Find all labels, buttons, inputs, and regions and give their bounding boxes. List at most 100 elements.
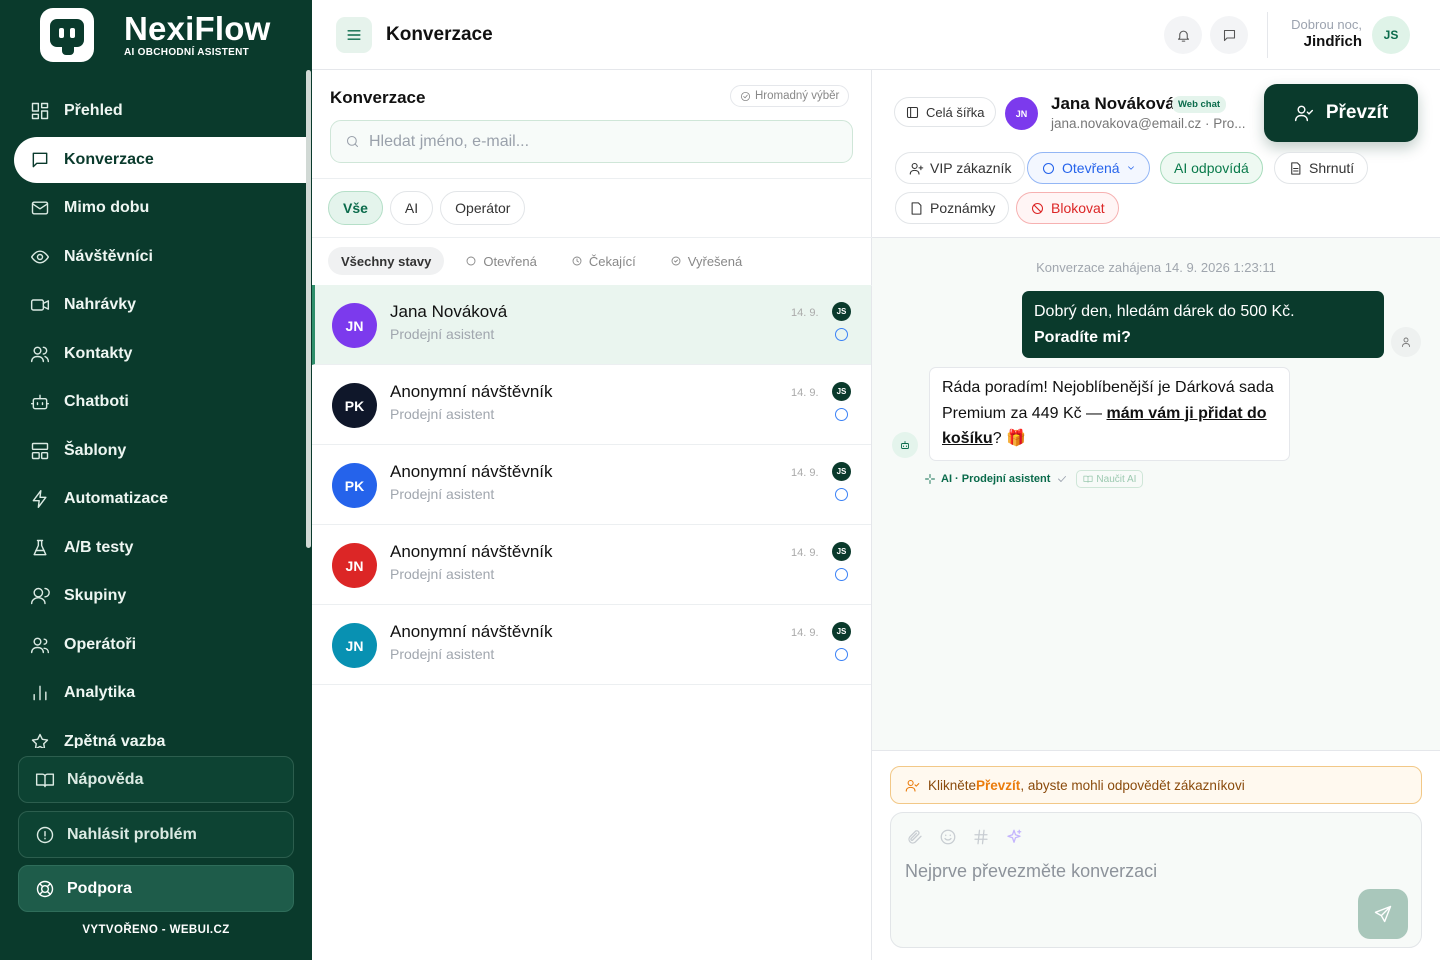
conversation-item[interactable]: JN Jana Nováková Prodejní asistent 14. 9… — [312, 285, 871, 365]
filter-operator[interactable]: Operátor — [440, 191, 526, 225]
flask-icon — [33, 539, 47, 555]
state-label: Čekající — [588, 253, 636, 269]
book-icon — [1083, 475, 1093, 483]
sidebar-scrollbar[interactable] — [306, 70, 311, 548]
created-by[interactable]: VYTVOŘENO - WEBUI.CZ — [0, 924, 312, 936]
bulk-select-button[interactable]: Hromadný výběr — [730, 85, 850, 107]
ban-icon — [1031, 202, 1044, 214]
teach-ai-button[interactable]: Naučit AI — [1076, 470, 1144, 488]
vip-button[interactable]: VIP zákazník — [895, 152, 1026, 184]
assistant-name: Prodejní asistent — [390, 566, 495, 582]
search-input[interactable]: Hledat jméno, e-mail... — [330, 120, 853, 163]
nav-item-skupiny[interactable]: Skupiny — [14, 573, 307, 619]
state-open[interactable]: Otevřená — [452, 247, 549, 275]
user-plus-icon — [909, 162, 924, 175]
help-button[interactable]: Nápověda — [18, 756, 294, 803]
send-button[interactable] — [1358, 889, 1408, 939]
full-width-label: Celá šířka — [926, 104, 985, 120]
status-open-icon — [835, 568, 848, 581]
customer-message-line: Poradíte mi? — [1034, 329, 1131, 346]
contact-name: Anonymní návštěvník — [390, 542, 553, 561]
state-waiting[interactable]: Čekající — [558, 247, 649, 275]
nav-item-konverzace[interactable]: Konverzace — [14, 136, 307, 183]
nav-item-chatboti[interactable]: Chatboti — [14, 379, 307, 425]
hashtag-icon[interactable] — [971, 827, 991, 847]
conversation-list: JN Jana Nováková Prodejní asistent 14. 9… — [312, 285, 871, 685]
messages-button[interactable] — [1210, 16, 1248, 54]
user-avatar[interactable]: JS — [1372, 16, 1410, 54]
full-width-button[interactable]: Celá šířka — [894, 97, 996, 127]
notice-bold: Převzít — [976, 777, 1021, 793]
ai-responds-toggle[interactable]: AI odpovídá — [1160, 152, 1263, 184]
nav-item-prehled[interactable]: Přehled — [14, 88, 307, 134]
conversation-item[interactable]: PK Anonymní návštěvník Prodejní asistent… — [312, 445, 871, 525]
notes-button[interactable]: Poznámky — [895, 192, 1010, 224]
notifications-button[interactable] — [1164, 16, 1202, 54]
notice-text: Klikněte — [928, 777, 977, 793]
bot-message: Ráda poradím! Nejoblíbenější je Dárková … — [929, 367, 1290, 461]
video-icon — [30, 299, 50, 311]
brand-logo[interactable]: NexiFlow AI OBCHODNÍ ASISTENT — [40, 8, 270, 62]
contact-email: jana.novakova@email.cz · Pro... — [1051, 116, 1246, 131]
assistant-name: Prodejní asistent — [390, 406, 495, 422]
summary-button[interactable]: Shrnutí — [1274, 152, 1369, 184]
nav-item-analytika[interactable]: Analytika — [14, 670, 307, 716]
conversation-item[interactable]: JN Anonymní návštěvník Prodejní asistent… — [312, 605, 871, 685]
emoji-icon[interactable] — [938, 827, 958, 847]
nav-item-operatori[interactable]: Operátoři — [14, 622, 307, 668]
conversation-started: Konverzace zahájena 14. 9. 2026 1:23:11 — [1036, 260, 1276, 275]
state-resolved[interactable]: Vyřešená — [657, 247, 755, 275]
bot-message-meta: AI · Prodejní asistent Naučit AI — [924, 470, 1144, 488]
state-label: Otevřená — [483, 253, 537, 269]
operator-avatar: JS — [832, 382, 851, 401]
nav-label: Chatboti — [64, 393, 129, 410]
contact-name: Jana Nováková — [1051, 94, 1175, 113]
contact-avatar: PK — [332, 463, 377, 508]
operators-icon — [30, 637, 50, 653]
hamburger-icon — [347, 30, 361, 40]
conversation-detail: Celá šířka JN Jana Nováková Web chat jan… — [872, 70, 1440, 960]
nav-label: Návštěvníci — [64, 247, 153, 265]
attach-icon[interactable] — [905, 827, 925, 847]
status-label: Otevřená — [1062, 160, 1120, 176]
take-over-button[interactable]: Převzít — [1264, 84, 1418, 142]
nav-item-zpetna-vazba[interactable]: Zpětná vazba — [14, 719, 307, 748]
status-filters: Všechny stavy Otevřená Čekající Vyřešená — [328, 247, 763, 275]
menu-toggle-button[interactable] — [336, 17, 372, 53]
mail-icon — [31, 201, 49, 215]
page-title: Konverzace — [386, 24, 493, 45]
ai-sparkle-icon[interactable] — [1004, 827, 1024, 847]
contact-name: Anonymní návštěvník — [390, 622, 553, 641]
check-circle-icon — [671, 256, 681, 266]
conversation-list-panel: Konverzace Hromadný výběr Hledat jméno, … — [312, 70, 872, 960]
nav-item-automatizace[interactable]: Automatizace — [14, 476, 307, 522]
support-button[interactable]: Podpora — [18, 865, 294, 912]
nav-item-ab-testy[interactable]: A/B testy — [14, 525, 307, 571]
conversation-date: 14. 9. — [791, 627, 819, 639]
status-dropdown[interactable]: Otevřená — [1027, 152, 1150, 184]
block-button[interactable]: Blokovat — [1016, 192, 1119, 224]
nav-label: Kontakty — [64, 344, 133, 362]
divider — [312, 178, 872, 179]
bulk-select-label: Hromadný výběr — [755, 90, 840, 102]
filter-ai[interactable]: AI — [389, 191, 434, 225]
circle-icon — [1042, 162, 1055, 174]
report-problem-button[interactable]: Nahlásit problém — [18, 811, 294, 858]
nav-item-navstevnici[interactable]: Návštěvníci — [14, 234, 307, 280]
take-over-label: Převzít — [1325, 102, 1389, 123]
conversation-item[interactable]: PK Anonymní návštěvník Prodejní asistent… — [312, 365, 871, 445]
greeting-text: Dobrou noc, — [1291, 17, 1362, 32]
dashboard-icon — [31, 102, 49, 120]
status-open-icon — [835, 488, 848, 501]
filter-all[interactable]: Vše — [328, 191, 383, 225]
contact-name: Jana Nováková — [390, 302, 508, 321]
state-all[interactable]: Všechny stavy — [328, 247, 445, 275]
message-composer[interactable]: Nejprve převezměte konverzaci — [890, 812, 1422, 948]
nav-item-kontakty[interactable]: Kontakty — [14, 331, 307, 377]
check-circle-icon — [740, 91, 751, 101]
nav-item-mimo-dobu[interactable]: Mimo dobu — [14, 185, 307, 231]
nav-item-sablony[interactable]: Šablony — [14, 428, 307, 474]
nav-item-nahravky[interactable]: Nahrávky — [14, 282, 307, 328]
conversation-item[interactable]: JN Anonymní návštěvník Prodejní asistent… — [312, 525, 871, 605]
bot-icon — [30, 394, 50, 410]
